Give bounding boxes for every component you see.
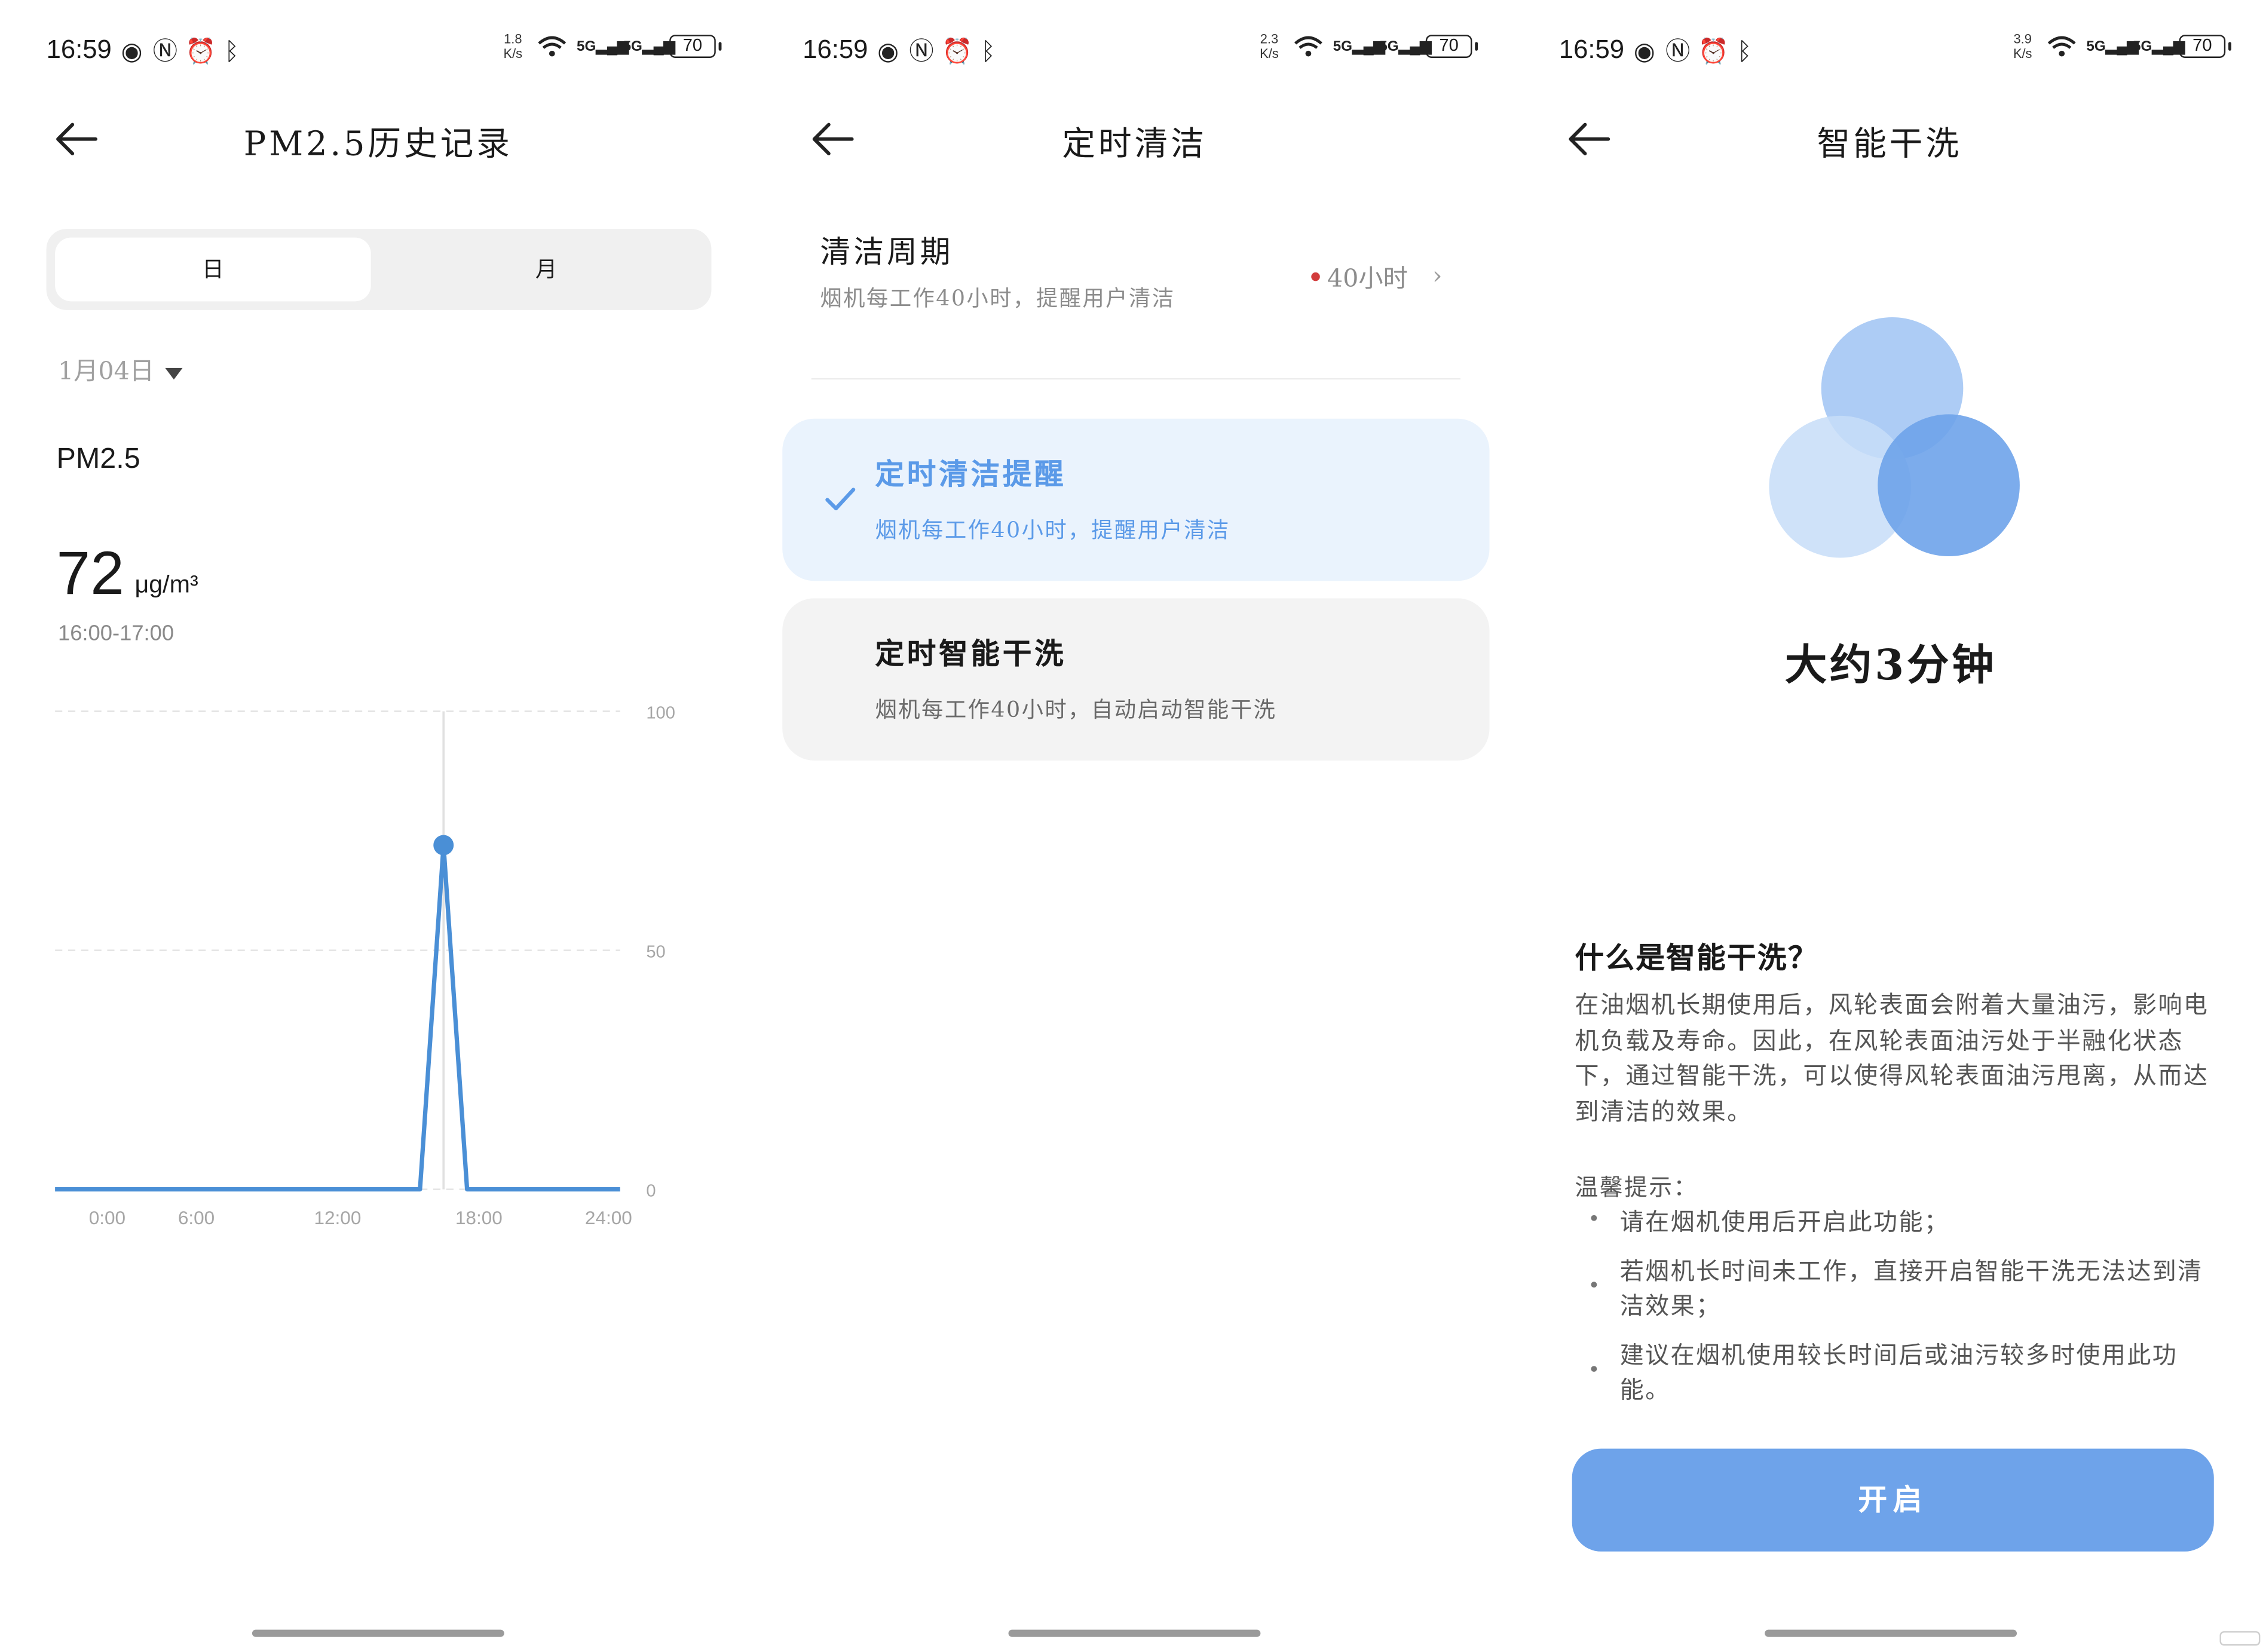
eye-icon: ◉ <box>121 38 143 66</box>
tip-item: 建议在烟机使用较长时间后或油污较多时使用此功能。 <box>1619 1341 2178 1404</box>
status-bar: 16:59 ◉ Ⓝ ⏰ ᛒ 2.3 K/s 5G▂▄▆ 5G▂▄▆ 70 <box>757 29 1513 75</box>
y-tick-label: 100 <box>646 704 675 723</box>
battery-icon: 70 <box>1425 35 1478 58</box>
eye-icon: ◉ <box>1633 38 1655 66</box>
option-auto-dry-clean[interactable]: 定时智能干洗 烟机每工作40小时，自动启动智能干洗 <box>782 598 1490 761</box>
tab-month[interactable]: 月 <box>388 238 705 302</box>
highlight-point <box>433 835 454 856</box>
status-bar: 16:59 ◉ Ⓝ ⏰ ᛒ 3.9 K/s 5G▂▄▆ 5G▂▄▆ 70 <box>1512 29 2266 75</box>
x-tick-label: 12:00 <box>314 1207 362 1228</box>
battery-icon: 70 <box>2179 35 2231 58</box>
signal-icon: 5G▂▄▆ <box>1379 38 1432 54</box>
page-title: 智能干洗 <box>1817 125 1962 164</box>
status-bar: 16:59 ◉ Ⓝ ⏰ ᛒ 1.8 K/s 5G▂▄▆ 5G▂▄▆ 70 <box>0 29 757 75</box>
nfc-icon: Ⓝ <box>1665 38 1691 66</box>
signal-icon: 5G▂▄▆ <box>576 38 629 54</box>
x-tick-label: 6:00 <box>178 1207 215 1228</box>
caret-down-icon <box>166 367 183 379</box>
tips-title: 温馨提示： <box>1575 1173 1698 1201</box>
option-subtitle: 烟机每工作40小时，提醒用户清洁 <box>875 517 1230 544</box>
check-icon <box>825 488 856 511</box>
start-button[interactable]: 开启 <box>1572 1448 2214 1552</box>
page-title: PM2.5历史记录 <box>243 125 513 164</box>
wifi-icon <box>2047 36 2076 57</box>
alarm-icon: ⏰ <box>941 38 973 66</box>
page-title: 定时清洁 <box>1062 125 1207 164</box>
option-clean-reminder[interactable]: 定时清洁提醒 烟机每工作40小时，提醒用户清洁 <box>782 418 1490 581</box>
cycle-value: 40小时 › <box>1311 258 1443 294</box>
metric-value: 72 <box>56 538 124 607</box>
section-title: 什么是智能干洗？ <box>1575 940 1818 975</box>
nfc-icon: Ⓝ <box>152 38 178 66</box>
cycle-title: 清洁周期 <box>820 234 954 269</box>
wifi-icon <box>1294 36 1322 57</box>
x-tick-label: 24:00 <box>585 1207 632 1228</box>
chevron-right-icon: › <box>1432 261 1443 291</box>
wifi-icon <box>538 36 566 57</box>
signal-icon: 5G▂▄▆ <box>2086 38 2139 54</box>
cycle-subtitle: 烟机每工作40小时，提醒用户清洁 <box>820 285 1175 312</box>
watermark-icon <box>2219 1631 2261 1646</box>
duration-label: 大约3分钟 <box>1784 640 1997 690</box>
alarm-icon: ⏰ <box>185 38 216 66</box>
tip-item: 若烟机长时间未工作，直接开启智能干洗无法达到清洁效果； <box>1619 1257 2203 1320</box>
metric-time-range: 16:00-17:00 <box>57 621 174 646</box>
bluetooth-icon: ᛒ <box>981 38 996 66</box>
metric-unit: μg/m³ <box>134 571 198 599</box>
signal-icon: 5G▂▄▆ <box>2133 38 2185 54</box>
home-indicator <box>1008 1629 1261 1637</box>
status-time: 16:59 <box>1558 35 1625 64</box>
pm25-history-screen: 16:59 ◉ Ⓝ ⏰ ᛒ 1.8 K/s 5G▂▄▆ 5G▂▄▆ 70 PM2.… <box>0 0 757 1651</box>
alarm-icon: ⏰ <box>1698 38 1729 66</box>
bluetooth-icon: ᛒ <box>1737 38 1752 66</box>
bluetooth-icon: ᛒ <box>224 38 240 66</box>
tip-item: 请在烟机使用后开启此功能； <box>1619 1208 1950 1236</box>
x-tick-label: 18:00 <box>455 1207 503 1228</box>
divider <box>811 378 1460 380</box>
date-label: 1月04日 <box>57 357 155 387</box>
nfc-icon: Ⓝ <box>909 38 934 66</box>
eye-icon: ◉ <box>877 38 899 66</box>
pm25-line-chart[interactable]: 0 50 100 0:00 6:00 12:00 18:00 24:00 <box>0 681 757 1261</box>
network-speed: 3.9 K/s <box>2013 32 2032 61</box>
bullet-icon: • <box>1588 1208 1600 1231</box>
status-time: 16:59 <box>803 35 868 64</box>
bullet-icon: • <box>1588 1359 1600 1383</box>
y-tick-label: 50 <box>646 943 665 962</box>
network-speed: 1.8 K/s <box>503 32 523 61</box>
battery-icon: 70 <box>669 35 722 58</box>
metric-label: PM2.5 <box>56 443 140 476</box>
bullet-icon: • <box>1588 1274 1600 1298</box>
dry-clean-illustration <box>1769 317 2020 558</box>
option-subtitle: 烟机每工作40小时，自动启动智能干洗 <box>875 697 1277 723</box>
signal-icon: 5G▂▄▆ <box>623 38 675 54</box>
home-indicator <box>252 1629 504 1637</box>
period-tabs: 日 月 <box>46 229 712 310</box>
tab-day[interactable]: 日 <box>55 237 371 302</box>
home-indicator <box>1765 1629 2017 1637</box>
signal-icon: 5G▂▄▆ <box>1333 38 1385 54</box>
date-selector[interactable]: 1月04日 <box>58 351 183 387</box>
status-time: 16:59 <box>46 35 112 64</box>
x-tick-label: 0:00 <box>89 1207 125 1228</box>
option-title: 定时清洁提醒 <box>875 456 1067 491</box>
y-tick-label: 0 <box>646 1182 656 1201</box>
description-text: 在油烟机长期使用后，风轮表面会附着大量油污，影响电机负载及寿命。因此，在风轮表面… <box>1575 991 2209 1125</box>
status-dot <box>1311 271 1320 281</box>
series-line <box>55 842 620 1192</box>
option-title: 定时智能干洗 <box>875 636 1067 671</box>
network-speed: 2.3 K/s <box>1260 32 1279 61</box>
